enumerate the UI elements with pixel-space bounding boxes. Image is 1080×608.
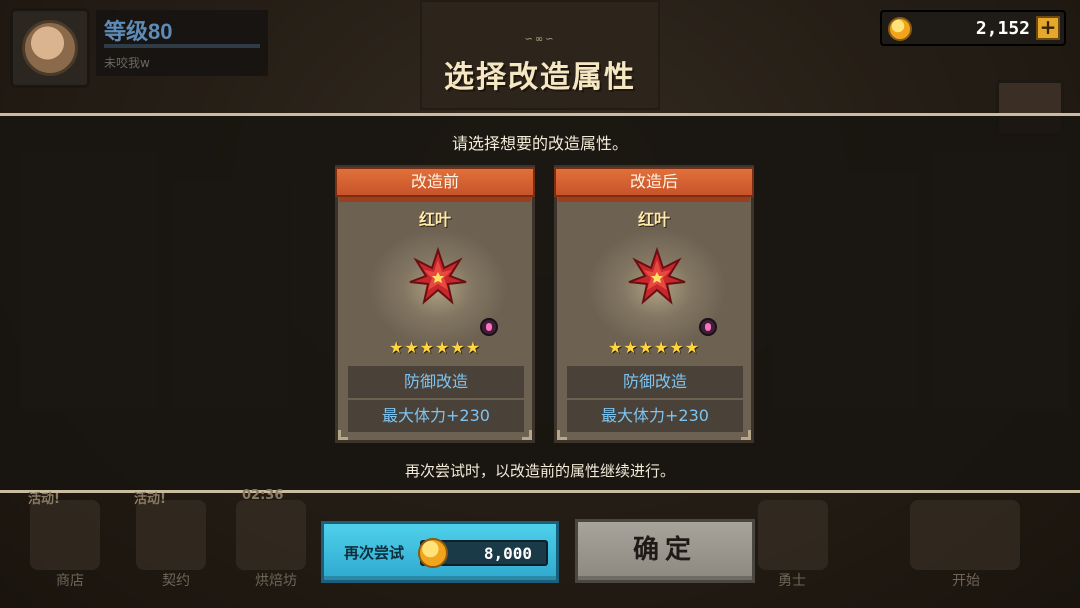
coin-icon xyxy=(888,17,912,41)
modal-panel xyxy=(0,113,1080,493)
card-header: 改造前 xyxy=(335,167,535,202)
card-corner-decoration xyxy=(557,430,567,440)
retry-label: 再次尝试 xyxy=(344,544,405,562)
remodel-type: 防御改造 xyxy=(348,366,524,398)
retry-note: 再次尝试时，以改造前的属性继续进行。 xyxy=(404,462,675,480)
item-name: 红叶 xyxy=(637,210,670,229)
shop-icon xyxy=(30,500,100,570)
start-icon xyxy=(910,500,1020,570)
player-level-text: 等级80 xyxy=(104,19,173,44)
bottom-label-start: 开始 xyxy=(952,573,980,589)
card-before-remodel[interactable]: 改造前 红叶 ★★★★★★ 防御改造 最大体力+230 xyxy=(335,165,535,443)
socket-gem-icon xyxy=(480,318,498,336)
card-after-remodel[interactable]: 改造后 红叶 ★★★★★★ 防御改造 最大体力+230 xyxy=(554,165,754,443)
card-corner-decoration xyxy=(741,430,751,440)
level-progress-bar xyxy=(104,44,260,48)
modal-title: 选择改造属性 xyxy=(444,60,636,95)
socket-gem-icon xyxy=(699,318,717,336)
item-name: 红叶 xyxy=(418,210,451,229)
red-leaf-icon xyxy=(409,246,467,305)
bottom-label-shop: 商店 xyxy=(56,573,84,589)
bottom-label-contract: 契约 xyxy=(162,573,190,589)
coin-icon xyxy=(418,538,448,568)
red-leaf-icon xyxy=(628,246,686,305)
add-coins-button[interactable]: + xyxy=(1036,16,1060,40)
coin-counter: 2,152 + xyxy=(880,10,1066,46)
coin-amount: 2,152 xyxy=(975,18,1030,39)
bottom-label-warrior: 勇士 xyxy=(778,573,806,589)
card-header: 改造后 xyxy=(554,167,754,202)
remodel-stat: 最大体力+230 xyxy=(567,400,743,432)
star-rating: ★★★★★★ xyxy=(607,338,701,357)
remodel-stat: 最大体力+230 xyxy=(348,400,524,432)
confirm-button[interactable]: 确定 xyxy=(575,519,755,583)
contract-icon xyxy=(136,500,206,570)
bottom-label-bakery: 烘焙坊 xyxy=(255,573,297,589)
timer-badge: 02:36 xyxy=(242,488,284,503)
star-rating: ★★★★★★ xyxy=(388,338,482,357)
title-ornament-icon: ∽∞∽ xyxy=(524,34,556,45)
card-corner-decoration xyxy=(338,430,348,440)
remodel-type: 防御改造 xyxy=(567,366,743,398)
retry-cost-amount: 8,000 xyxy=(483,544,532,563)
card-corner-decoration xyxy=(522,430,532,440)
retry-button[interactable]: 再次尝试 8,000 xyxy=(321,521,559,583)
modal-instruction: 请选择想要的改造属性。 xyxy=(451,134,628,153)
bakery-icon xyxy=(236,500,306,570)
event-badge: 活动! xyxy=(134,492,166,507)
retry-cost: 8,000 xyxy=(418,538,548,568)
event-badge: 活动! xyxy=(28,492,60,507)
warrior-icon xyxy=(758,500,828,570)
